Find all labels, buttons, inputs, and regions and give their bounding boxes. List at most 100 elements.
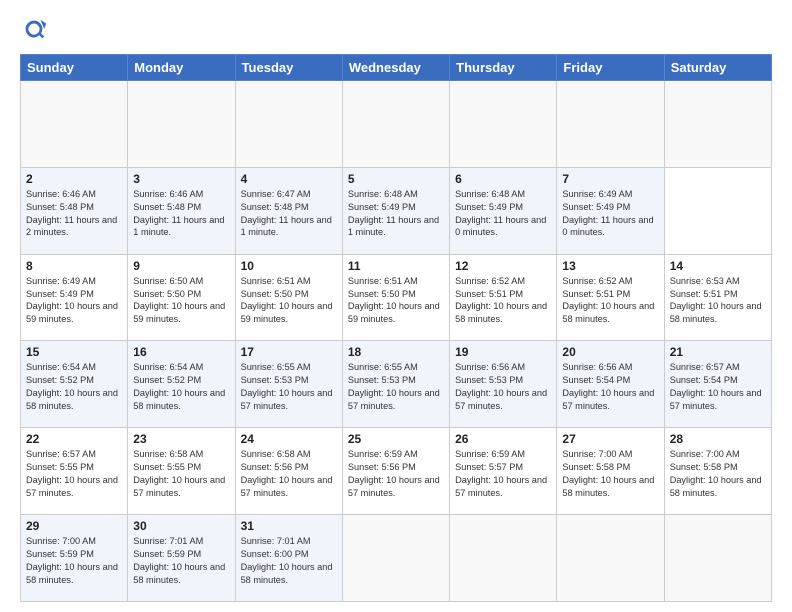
calendar-cell: 12 Sunrise: 6:52 AMSunset: 5:51 PMDaylig… <box>450 254 557 341</box>
calendar-table: SundayMondayTuesdayWednesdayThursdayFrid… <box>20 54 772 602</box>
day-number: 27 <box>562 432 658 446</box>
calendar-cell <box>450 515 557 602</box>
day-number: 16 <box>133 345 229 359</box>
calendar-cell <box>450 81 557 168</box>
cell-info: Sunrise: 6:49 AMSunset: 5:49 PMDaylight:… <box>26 276 118 325</box>
day-number: 13 <box>562 259 658 273</box>
day-header-sunday: Sunday <box>21 55 128 81</box>
calendar-cell: 24 Sunrise: 6:58 AMSunset: 5:56 PMDaylig… <box>235 428 342 515</box>
calendar-cell: 29 Sunrise: 7:00 AMSunset: 5:59 PMDaylig… <box>21 515 128 602</box>
calendar-cell: 10 Sunrise: 6:51 AMSunset: 5:50 PMDaylig… <box>235 254 342 341</box>
day-number: 28 <box>670 432 766 446</box>
cell-info: Sunrise: 6:51 AMSunset: 5:50 PMDaylight:… <box>241 276 333 325</box>
calendar-cell: 25 Sunrise: 6:59 AMSunset: 5:56 PMDaylig… <box>342 428 449 515</box>
calendar-cell: 11 Sunrise: 6:51 AMSunset: 5:50 PMDaylig… <box>342 254 449 341</box>
calendar-cell: 14 Sunrise: 6:53 AMSunset: 5:51 PMDaylig… <box>664 254 771 341</box>
week-row-4: 15 Sunrise: 6:54 AMSunset: 5:52 PMDaylig… <box>21 341 772 428</box>
day-number: 11 <box>348 259 444 273</box>
calendar-cell: 26 Sunrise: 6:59 AMSunset: 5:57 PMDaylig… <box>450 428 557 515</box>
day-number: 2 <box>26 172 122 186</box>
cell-info: Sunrise: 6:51 AMSunset: 5:50 PMDaylight:… <box>348 276 440 325</box>
cell-info: Sunrise: 6:47 AMSunset: 5:48 PMDaylight:… <box>241 189 332 238</box>
day-number: 22 <box>26 432 122 446</box>
day-number: 7 <box>562 172 658 186</box>
calendar-cell <box>664 81 771 168</box>
calendar-cell: 22 Sunrise: 6:57 AMSunset: 5:55 PMDaylig… <box>21 428 128 515</box>
cell-info: Sunrise: 6:55 AMSunset: 5:53 PMDaylight:… <box>348 362 440 411</box>
calendar-cell: 19 Sunrise: 6:56 AMSunset: 5:53 PMDaylig… <box>450 341 557 428</box>
calendar-cell <box>557 81 664 168</box>
cell-info: Sunrise: 6:57 AMSunset: 5:55 PMDaylight:… <box>26 449 118 498</box>
day-number: 31 <box>241 519 337 533</box>
calendar-cell <box>557 515 664 602</box>
week-row-5: 22 Sunrise: 6:57 AMSunset: 5:55 PMDaylig… <box>21 428 772 515</box>
calendar-cell: 20 Sunrise: 6:56 AMSunset: 5:54 PMDaylig… <box>557 341 664 428</box>
logo-icon <box>20 16 48 44</box>
calendar-header-row: SundayMondayTuesdayWednesdayThursdayFrid… <box>21 55 772 81</box>
cell-info: Sunrise: 6:56 AMSunset: 5:54 PMDaylight:… <box>562 362 654 411</box>
calendar-cell <box>342 515 449 602</box>
day-header-friday: Friday <box>557 55 664 81</box>
week-row-2: 2 Sunrise: 6:46 AMSunset: 5:48 PMDayligh… <box>21 167 772 254</box>
calendar-cell <box>128 81 235 168</box>
day-header-saturday: Saturday <box>664 55 771 81</box>
day-number: 29 <box>26 519 122 533</box>
calendar-cell: 15 Sunrise: 6:54 AMSunset: 5:52 PMDaylig… <box>21 341 128 428</box>
day-number: 20 <box>562 345 658 359</box>
calendar-cell: 21 Sunrise: 6:57 AMSunset: 5:54 PMDaylig… <box>664 341 771 428</box>
day-header-thursday: Thursday <box>450 55 557 81</box>
calendar-cell <box>664 515 771 602</box>
day-number: 10 <box>241 259 337 273</box>
cell-info: Sunrise: 7:00 AMSunset: 5:58 PMDaylight:… <box>562 449 654 498</box>
cell-info: Sunrise: 6:52 AMSunset: 5:51 PMDaylight:… <box>455 276 547 325</box>
calendar-cell <box>21 81 128 168</box>
calendar-cell: 17 Sunrise: 6:55 AMSunset: 5:53 PMDaylig… <box>235 341 342 428</box>
week-row-1 <box>21 81 772 168</box>
calendar-cell: 18 Sunrise: 6:55 AMSunset: 5:53 PMDaylig… <box>342 341 449 428</box>
calendar-cell: 5 Sunrise: 6:48 AMSunset: 5:49 PMDayligh… <box>342 167 449 254</box>
cell-info: Sunrise: 6:54 AMSunset: 5:52 PMDaylight:… <box>26 362 118 411</box>
cell-info: Sunrise: 6:48 AMSunset: 5:49 PMDaylight:… <box>455 189 546 238</box>
calendar-cell: 31 Sunrise: 7:01 AMSunset: 6:00 PMDaylig… <box>235 515 342 602</box>
week-row-3: 8 Sunrise: 6:49 AMSunset: 5:49 PMDayligh… <box>21 254 772 341</box>
calendar-cell: 30 Sunrise: 7:01 AMSunset: 5:59 PMDaylig… <box>128 515 235 602</box>
cell-info: Sunrise: 6:57 AMSunset: 5:54 PMDaylight:… <box>670 362 762 411</box>
cell-info: Sunrise: 6:46 AMSunset: 5:48 PMDaylight:… <box>26 189 117 238</box>
day-number: 8 <box>26 259 122 273</box>
calendar-cell: 7 Sunrise: 6:49 AMSunset: 5:49 PMDayligh… <box>557 167 664 254</box>
day-number: 21 <box>670 345 766 359</box>
cell-info: Sunrise: 6:59 AMSunset: 5:57 PMDaylight:… <box>455 449 547 498</box>
cell-info: Sunrise: 6:49 AMSunset: 5:49 PMDaylight:… <box>562 189 653 238</box>
page: SundayMondayTuesdayWednesdayThursdayFrid… <box>0 0 792 612</box>
cell-info: Sunrise: 6:58 AMSunset: 5:56 PMDaylight:… <box>241 449 333 498</box>
cell-info: Sunrise: 6:55 AMSunset: 5:53 PMDaylight:… <box>241 362 333 411</box>
day-number: 23 <box>133 432 229 446</box>
day-number: 4 <box>241 172 337 186</box>
calendar-cell: 9 Sunrise: 6:50 AMSunset: 5:50 PMDayligh… <box>128 254 235 341</box>
calendar-cell: 2 Sunrise: 6:46 AMSunset: 5:48 PMDayligh… <box>21 167 128 254</box>
cell-info: Sunrise: 7:00 AMSunset: 5:59 PMDaylight:… <box>26 536 118 585</box>
calendar-cell: 4 Sunrise: 6:47 AMSunset: 5:48 PMDayligh… <box>235 167 342 254</box>
logo <box>20 16 52 44</box>
cell-info: Sunrise: 6:48 AMSunset: 5:49 PMDaylight:… <box>348 189 439 238</box>
day-number: 17 <box>241 345 337 359</box>
cell-info: Sunrise: 6:56 AMSunset: 5:53 PMDaylight:… <box>455 362 547 411</box>
calendar-cell: 28 Sunrise: 7:00 AMSunset: 5:58 PMDaylig… <box>664 428 771 515</box>
day-number: 5 <box>348 172 444 186</box>
cell-info: Sunrise: 6:50 AMSunset: 5:50 PMDaylight:… <box>133 276 225 325</box>
cell-info: Sunrise: 7:01 AMSunset: 6:00 PMDaylight:… <box>241 536 333 585</box>
day-number: 25 <box>348 432 444 446</box>
calendar-cell: 13 Sunrise: 6:52 AMSunset: 5:51 PMDaylig… <box>557 254 664 341</box>
cell-info: Sunrise: 6:53 AMSunset: 5:51 PMDaylight:… <box>670 276 762 325</box>
calendar-cell: 27 Sunrise: 7:00 AMSunset: 5:58 PMDaylig… <box>557 428 664 515</box>
calendar-cell: 6 Sunrise: 6:48 AMSunset: 5:49 PMDayligh… <box>450 167 557 254</box>
cell-info: Sunrise: 6:58 AMSunset: 5:55 PMDaylight:… <box>133 449 225 498</box>
cell-info: Sunrise: 6:52 AMSunset: 5:51 PMDaylight:… <box>562 276 654 325</box>
day-header-monday: Monday <box>128 55 235 81</box>
day-number: 18 <box>348 345 444 359</box>
calendar-cell: 23 Sunrise: 6:58 AMSunset: 5:55 PMDaylig… <box>128 428 235 515</box>
calendar-cell: 16 Sunrise: 6:54 AMSunset: 5:52 PMDaylig… <box>128 341 235 428</box>
day-number: 19 <box>455 345 551 359</box>
week-row-6: 29 Sunrise: 7:00 AMSunset: 5:59 PMDaylig… <box>21 515 772 602</box>
cell-info: Sunrise: 6:59 AMSunset: 5:56 PMDaylight:… <box>348 449 440 498</box>
